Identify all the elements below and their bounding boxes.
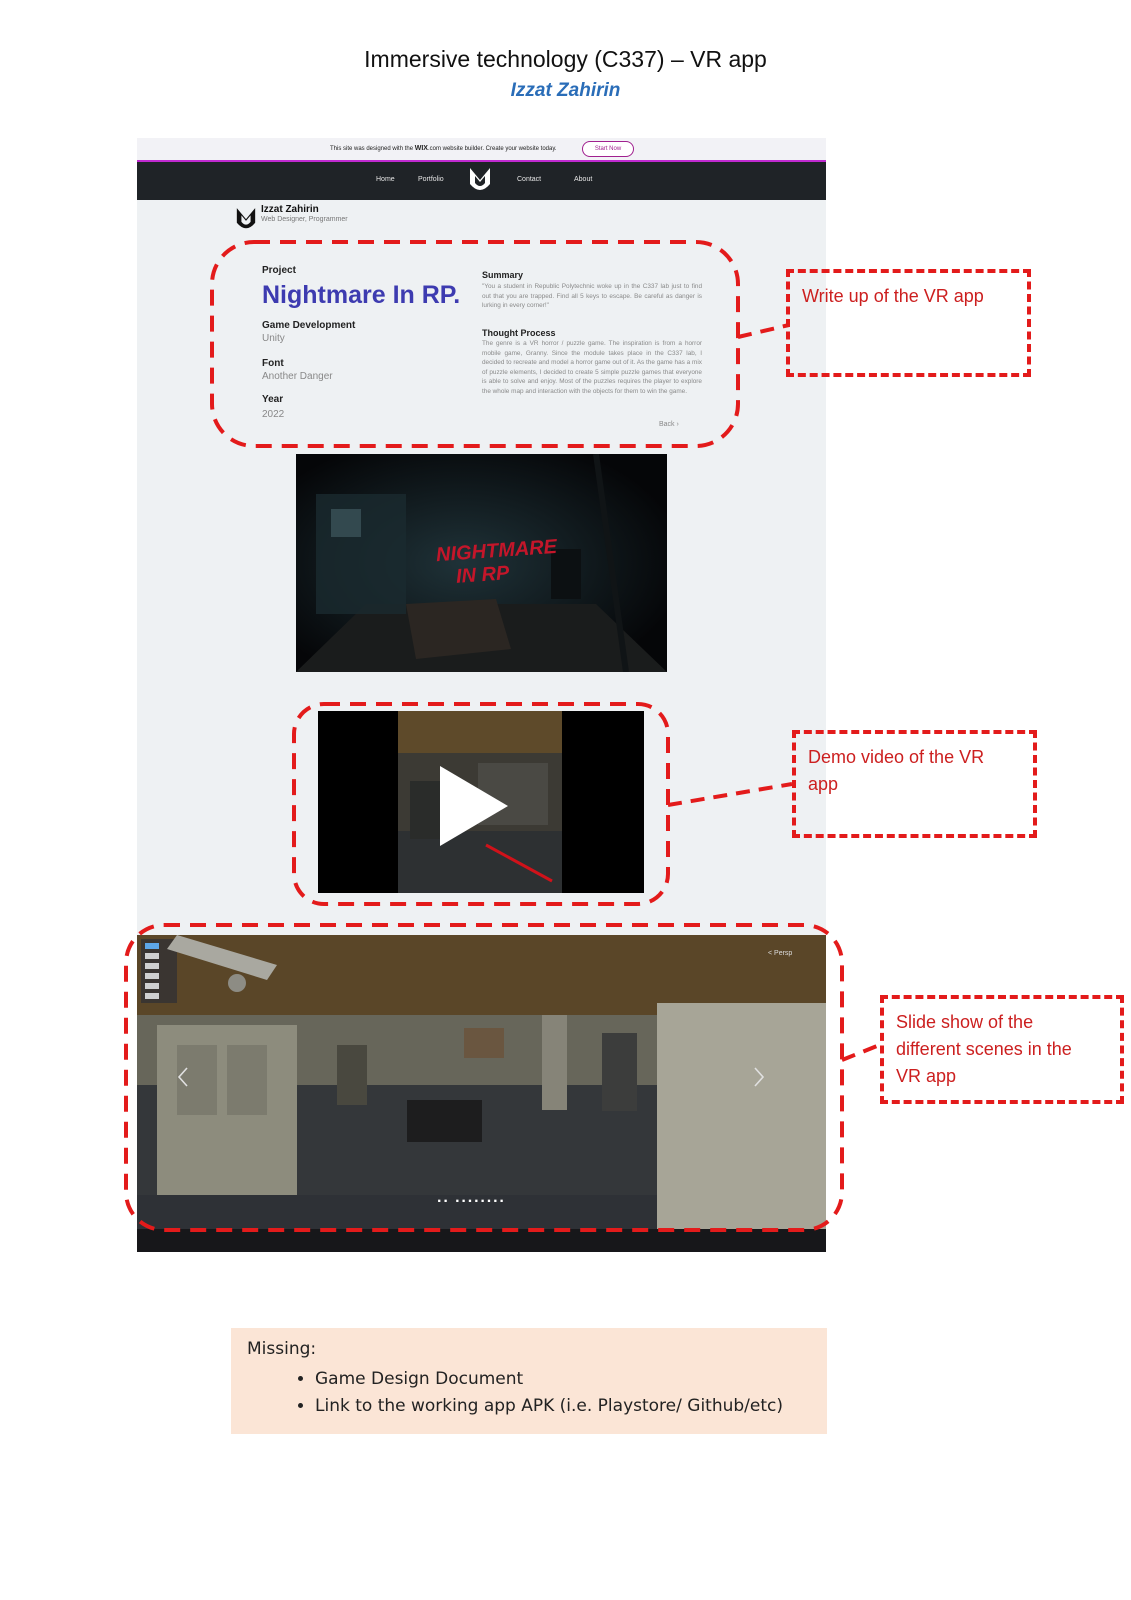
back-link[interactable]: Back › [659, 421, 679, 428]
missing-items-note: Missing: Game Design Document Link to th… [231, 1328, 827, 1434]
start-now-button[interactable]: Start Now [582, 141, 634, 157]
thought-process-text: The genre is a VR horror / puzzle game. … [482, 340, 702, 395]
category-value: Unity [262, 333, 285, 344]
summary-text: "You a student in Republic Polytechnic w… [482, 283, 702, 310]
demo-video-player[interactable] [318, 711, 644, 893]
missing-item: Link to the working app APK (i.e. Playst… [315, 1393, 783, 1420]
site-nav: Home Portfolio Contact About [137, 162, 826, 200]
ceiling-fan-icon [167, 935, 277, 992]
game-banner-image: NIGHTMARE IN RP [296, 454, 667, 672]
category-label: Game Development [262, 320, 356, 331]
project-name: Nightmare In RP. [262, 281, 461, 309]
font-label: Font [262, 358, 284, 369]
summary-label: Summary [482, 270, 524, 280]
nav-portfolio[interactable]: Portfolio [418, 176, 444, 183]
demo-annotation: Demo video of the VR app [792, 730, 1037, 838]
nav-about[interactable]: About [574, 176, 592, 183]
missing-list: Game Design Document Link to the working… [231, 1366, 783, 1420]
wix-banner: This site was designed with the WIX.com … [137, 138, 826, 162]
missing-heading: Missing: [247, 1339, 317, 1359]
banner-title-line2: IN RP [455, 562, 511, 588]
slideshow-pagination-dots[interactable]: ·· ········ [437, 1193, 506, 1211]
missing-item: Game Design Document [315, 1366, 783, 1393]
brand-name: Izzat Zahirin [261, 204, 319, 215]
website-screenshot: This site was designed with the WIX.com … [137, 138, 826, 1252]
slideshow-annotation: Slide show of the different scenes in th… [880, 995, 1124, 1104]
chevron-left-icon[interactable] [177, 1066, 189, 1088]
writeup-annotation-text: Write up of the VR app [802, 286, 984, 306]
wix-banner-message: This site was designed with the WIX.com … [330, 145, 557, 152]
year-value: 2022 [262, 409, 285, 420]
persp-label: < Persp [768, 950, 793, 957]
nav-home[interactable]: Home [376, 176, 395, 183]
demo-annotation-text: Demo video of the VR app [808, 747, 985, 794]
slideshow-connector [841, 1042, 883, 1062]
writeup-annotation: Write up of the VR app [786, 269, 1031, 377]
brand-logo-icon [236, 208, 256, 229]
wix-logo: WIX [414, 145, 428, 152]
year-label: Year [262, 394, 284, 405]
play-icon[interactable] [440, 766, 510, 846]
project-label: Project [262, 265, 296, 276]
brand-subtitle: Web Designer, Programmer [261, 216, 348, 223]
nav-contact[interactable]: Contact [517, 176, 541, 183]
scene-slideshow: < Persp ·· ········ [137, 935, 826, 1252]
thought-process-label: Thought Process [482, 328, 556, 338]
document-title: Immersive technology (C337) – VR app [364, 46, 767, 72]
chevron-right-icon[interactable] [753, 1066, 765, 1088]
font-value: Another Danger [262, 371, 333, 382]
slideshow-annotation-text: Slide show of the different scenes in th… [896, 1012, 1072, 1086]
document-author: Izzat Zahirin [510, 80, 621, 101]
site-logo-icon[interactable] [468, 166, 492, 196]
